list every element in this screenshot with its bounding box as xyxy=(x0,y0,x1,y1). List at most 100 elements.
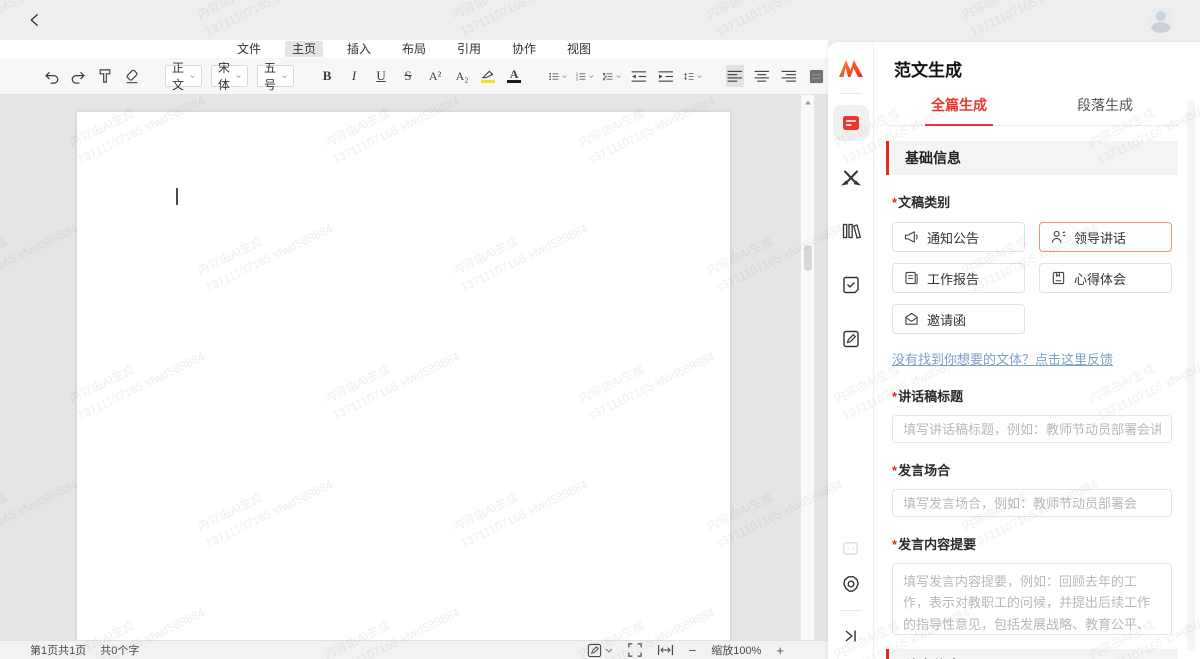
chevron-down-icon xyxy=(282,74,287,79)
line-spacing-button[interactable] xyxy=(684,65,702,87)
app-logo[interactable] xyxy=(837,54,865,82)
shading-button[interactable] xyxy=(807,65,825,87)
numbered-list-icon: 123 xyxy=(576,70,586,83)
rail-item-doc-generate[interactable] xyxy=(833,105,869,141)
word-count: 共0个字 xyxy=(100,642,139,658)
line-spacing-icon xyxy=(684,70,694,83)
subscript-button[interactable]: A₂ xyxy=(453,65,471,87)
status-right: − 缩放100% + xyxy=(587,642,784,658)
document-page[interactable] xyxy=(77,112,730,640)
collapse-panel-button[interactable] xyxy=(842,627,860,645)
speech-title-input[interactable] xyxy=(892,415,1172,443)
increase-indent-button[interactable] xyxy=(657,65,675,87)
category-label: *文稿类别 xyxy=(892,192,1178,211)
undo-button[interactable] xyxy=(42,65,60,87)
speech-summary-textarea[interactable] xyxy=(892,563,1172,635)
bullet-list-icon xyxy=(549,70,559,83)
edit-mode-button[interactable] xyxy=(587,643,613,658)
category-reflection-button[interactable]: 心得体会 xyxy=(1039,263,1172,293)
fit-width-button[interactable] xyxy=(657,644,674,656)
numbered-list-button[interactable]: 123 xyxy=(576,65,594,87)
status-bar: 第1页共1页 共0个字 − 缩放100% + xyxy=(0,640,828,659)
occasion-field-label: *发言场合 xyxy=(892,460,1178,479)
italic-button[interactable]: I xyxy=(345,65,363,87)
summary-field-label: *发言内容提要 xyxy=(892,534,1178,553)
zoom-out-button[interactable]: − xyxy=(689,643,697,658)
scrollbar-thumb[interactable] xyxy=(804,245,812,271)
format-painter-button[interactable] xyxy=(96,65,114,87)
paragraph-style-dropdown[interactable]: 正文 xyxy=(165,65,202,87)
highlight-color-button[interactable] xyxy=(480,65,498,87)
tab-full-generation[interactable]: 全篇生成 xyxy=(886,95,1032,125)
tab-paragraph-generation[interactable]: 段落生成 xyxy=(1032,95,1178,125)
decrease-indent-button[interactable] xyxy=(630,65,648,87)
align-left-icon xyxy=(727,70,743,83)
align-center-button[interactable] xyxy=(753,65,771,87)
underline-button[interactable]: U xyxy=(372,65,390,87)
triangle-up-icon xyxy=(804,100,812,105)
clear-format-button[interactable] xyxy=(123,65,141,87)
chevron-down-icon xyxy=(697,74,702,79)
category-notice-button[interactable]: 通知公告 xyxy=(892,222,1025,252)
speech-occasion-input[interactable] xyxy=(892,489,1172,517)
vertical-scrollbar[interactable] xyxy=(800,95,814,640)
category-report-button[interactable]: 工作报告 xyxy=(892,263,1025,293)
font-color-button[interactable]: A xyxy=(507,65,525,87)
section-basic-info: 基础信息 xyxy=(886,141,1178,175)
menu-tab-collaborate[interactable]: 协作 xyxy=(505,41,543,57)
megaphone-icon xyxy=(904,230,919,244)
font-size-dropdown[interactable]: 五号 xyxy=(257,65,294,87)
section-extra-info: 补充信息 xyxy=(886,649,1178,659)
feedback-link[interactable]: 没有找到你想要的文体？点击这里反馈 xyxy=(892,349,1113,368)
scroll-up-button[interactable] xyxy=(801,95,814,109)
rail-item-card[interactable] xyxy=(841,539,860,558)
multilevel-list-button[interactable] xyxy=(603,65,621,87)
back-button[interactable] xyxy=(26,9,48,31)
strikethrough-button[interactable]: S xyxy=(399,65,417,87)
zoom-level[interactable]: 缩放100% xyxy=(711,642,761,658)
align-right-button[interactable] xyxy=(780,65,798,87)
font-family-dropdown[interactable]: 宋体 xyxy=(211,65,248,87)
category-speech-label: 领导讲话 xyxy=(1074,228,1126,247)
category-speech-button[interactable]: 领导讲话 xyxy=(1039,222,1172,252)
chevron-down-icon xyxy=(616,74,621,79)
gear-icon xyxy=(841,574,861,594)
chevron-down-icon xyxy=(589,74,594,79)
zoom-in-button[interactable]: + xyxy=(776,643,784,658)
chevron-down-icon xyxy=(190,74,195,79)
section-basic-label: 基础信息 xyxy=(905,148,961,168)
increase-indent-icon xyxy=(658,70,674,83)
redo-button[interactable] xyxy=(69,65,87,87)
category-invitation-button[interactable]: 邀请函 xyxy=(892,304,1025,334)
rail-item-edit-tools[interactable] xyxy=(833,159,869,195)
menu-tab-home[interactable]: 主页 xyxy=(285,41,323,57)
superscript-button[interactable]: A² xyxy=(426,65,444,87)
menu-tab-reference[interactable]: 引用 xyxy=(450,41,488,57)
menu-tab-file[interactable]: 文件 xyxy=(230,41,268,57)
rail-item-doc-write[interactable] xyxy=(833,321,869,357)
menu-tab-layout[interactable]: 布局 xyxy=(395,41,433,57)
chevron-down-icon xyxy=(524,74,525,79)
align-right-icon xyxy=(781,70,797,83)
rail-divider xyxy=(840,610,862,611)
menu-tab-insert[interactable]: 插入 xyxy=(340,41,378,57)
size-value: 五号 xyxy=(264,59,279,93)
menu-tab-view[interactable]: 视图 xyxy=(560,41,598,57)
rail-item-settings[interactable] xyxy=(841,574,861,594)
rail-item-library[interactable] xyxy=(833,213,869,249)
fit-page-button[interactable] xyxy=(628,643,642,657)
rail-item-doc-check[interactable] xyxy=(833,267,869,303)
avatar-body xyxy=(1151,22,1171,33)
required-asterisk: * xyxy=(892,463,897,478)
summary-label-text: 发言内容提要 xyxy=(898,537,976,552)
panel-scrollbar-track[interactable] xyxy=(1187,100,1195,651)
bold-button[interactable]: B xyxy=(318,65,336,87)
user-avatar[interactable] xyxy=(1148,7,1174,33)
align-left-button[interactable] xyxy=(726,65,744,87)
shading-icon xyxy=(809,69,824,84)
bullet-list-button[interactable] xyxy=(549,65,567,87)
title-field-label: *讲话稿标题 xyxy=(892,386,1178,405)
invitation-icon xyxy=(904,312,919,326)
multilevel-list-icon xyxy=(603,70,613,83)
highlighter-icon xyxy=(480,69,495,79)
